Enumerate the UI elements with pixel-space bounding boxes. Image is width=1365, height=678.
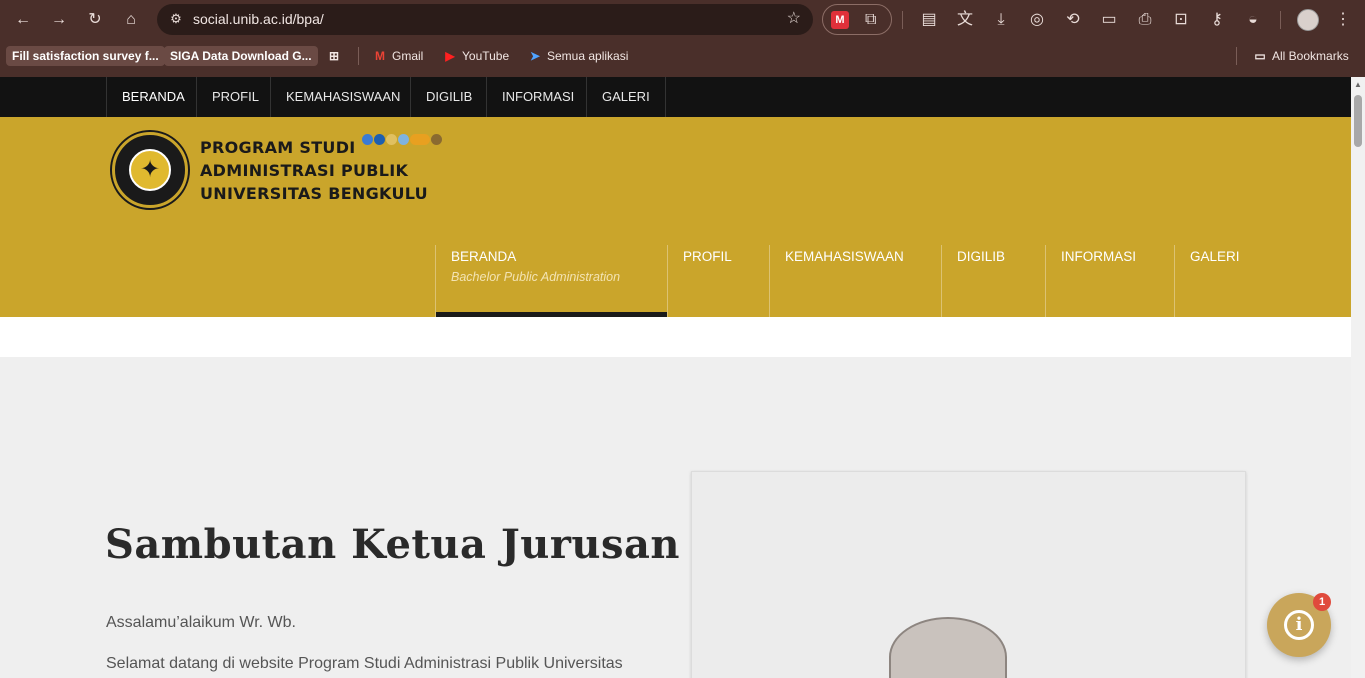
- bookmark-label: Gmail: [392, 49, 424, 63]
- bookmark-label: Semua aplikasi: [547, 49, 629, 63]
- star-icon: ✦: [139, 156, 161, 183]
- badge-icon: [431, 134, 442, 145]
- menu-kebab-icon[interactable]: ⋮: [1330, 7, 1356, 33]
- badge-icon: [398, 134, 409, 145]
- download-icon[interactable]: ⤓: [988, 7, 1014, 33]
- extensions-puzzle-icon[interactable]: ⧉: [865, 9, 876, 31]
- browser-chrome: ← → ↻ ⌂ ⚙ social.unib.ac.id/bpa/ ☆ M ⧉ ▤…: [0, 0, 1365, 77]
- reload-icon[interactable]: ↻: [82, 7, 108, 33]
- topnav-digilib[interactable]: DIGILIB: [410, 77, 487, 117]
- toolbar-divider: [1280, 11, 1281, 29]
- bookmark-youtube[interactable]: ▶ YouTube: [442, 46, 509, 66]
- translate-icon[interactable]: 文: [952, 7, 978, 33]
- bookmark-star-icon[interactable]: ☆: [787, 8, 801, 30]
- badge-icon: [386, 134, 397, 145]
- mainnav-label: KEMAHASISWAAN: [785, 249, 904, 264]
- bookmarks-divider: [1236, 47, 1237, 65]
- bookmark-item[interactable]: SIGA Data Download G...: [164, 46, 318, 66]
- university-logo[interactable]: ✦: [112, 132, 188, 208]
- password-key-icon[interactable]: ⚷: [1204, 7, 1230, 33]
- topnav-beranda[interactable]: BERANDA: [106, 77, 200, 117]
- mainnav-label: BERANDA: [451, 249, 517, 264]
- apps-grid-icon[interactable]: ⊞: [326, 46, 346, 66]
- toolbar-divider: [902, 11, 903, 29]
- mainnav-galeri[interactable]: GALERI: [1174, 245, 1264, 317]
- page-title: Sambutan Ketua Jurusan: [105, 521, 681, 568]
- mainnav-informasi[interactable]: INFORMASI: [1045, 245, 1174, 317]
- bookmark-label: YouTube: [462, 49, 510, 63]
- info-icon: i: [1284, 610, 1314, 640]
- back-icon[interactable]: ←: [10, 7, 36, 33]
- notification-badge: 1: [1313, 593, 1331, 611]
- topnav-informasi[interactable]: INFORMASI: [486, 77, 589, 117]
- history-icon[interactable]: ⟲: [1060, 7, 1086, 33]
- greeting-text: Assalamu’alaikum Wr. Wb.: [106, 614, 296, 631]
- brand-title[interactable]: PROGRAM STUDI ADMINISTRASI PUBLIK UNIVER…: [200, 136, 428, 205]
- badge-icon: [410, 134, 430, 145]
- url-text: social.unib.ac.id/bpa/: [193, 11, 324, 27]
- topnav-kemahasiswaan[interactable]: KEMAHASISWAAN: [270, 77, 415, 117]
- mainnav-label: PROFIL: [683, 249, 732, 264]
- mainnav-sublabel: Bachelor Public Administration: [451, 270, 621, 284]
- youtube-icon: ▶: [445, 49, 455, 63]
- mainnav-label: DIGILIB: [957, 249, 1006, 264]
- gmail-icon: M: [375, 49, 385, 63]
- mainnav-kemahasiswaan[interactable]: KEMAHASISWAAN: [769, 245, 941, 317]
- print-icon[interactable]: ⎙: [1132, 7, 1158, 33]
- folder-icon: ▭: [1254, 49, 1266, 63]
- address-bar[interactable]: ⚙ social.unib.ac.id/bpa/ ☆: [157, 4, 813, 35]
- page-scrollbar[interactable]: ▲: [1351, 77, 1365, 678]
- home-icon[interactable]: ⌂: [118, 7, 144, 33]
- bookmarks-bar: Fill satisfaction survey f... SIGA Data …: [0, 42, 1365, 70]
- browser-toolbar: ← → ↻ ⌂ ⚙ social.unib.ac.id/bpa/ ☆ M ⧉ ▤…: [0, 0, 1365, 40]
- incognito-icon[interactable]: ◒: [1240, 7, 1266, 33]
- all-bookmarks[interactable]: ▭ All Bookmarks: [1252, 46, 1349, 66]
- all-bookmarks-label: All Bookmarks: [1272, 49, 1349, 63]
- scroll-up-arrow-icon[interactable]: ▲: [1354, 81, 1362, 89]
- mainnav-label: INFORMASI: [1061, 249, 1137, 264]
- topnav-galeri[interactable]: GALERI: [586, 77, 666, 117]
- cast-icon[interactable]: ⊡: [1168, 7, 1194, 33]
- apps-icon: ➤: [529, 49, 541, 63]
- site-header: ✦ PROGRAM STUDI ADMINISTRASI PUBLIK UNIV…: [0, 117, 1351, 317]
- forward-icon[interactable]: →: [46, 7, 72, 33]
- top-navigation: BERANDA PROFIL KEMAHASISWAAN DIGILIB INF…: [0, 77, 1351, 117]
- reading-mode-icon[interactable]: ▤: [916, 7, 942, 33]
- logo-emblem: ✦: [129, 149, 171, 191]
- topnav-profil[interactable]: PROFIL: [196, 77, 274, 117]
- badge-icon: [362, 134, 373, 145]
- mendeley-extension-icon[interactable]: M: [831, 11, 849, 29]
- info-button[interactable]: i 1: [1267, 593, 1331, 657]
- bookmark-apps[interactable]: ➤ Semua aplikasi: [527, 46, 628, 66]
- mainnav-beranda[interactable]: BERANDA Bachelor Public Administration: [435, 245, 668, 317]
- extensions-group: M ⧉: [822, 4, 892, 35]
- head-of-department-photo: [691, 471, 1246, 678]
- scrollbar-thumb[interactable]: [1354, 95, 1362, 147]
- header-spacer: [0, 317, 1351, 357]
- brand-line: UNIVERSITAS BENGKULU: [200, 184, 428, 203]
- brand-line: ADMINISTRASI PUBLIK: [200, 161, 409, 180]
- bookmarks-divider: [358, 47, 359, 65]
- accreditation-badges: [362, 134, 443, 146]
- mainnav-digilib[interactable]: DIGILIB: [941, 245, 1045, 317]
- portrait-image: [889, 617, 1007, 678]
- bookmark-item[interactable]: Fill satisfaction survey f...: [6, 46, 165, 66]
- badge-icon: [374, 134, 385, 145]
- site-info-icon[interactable]: ⚙: [165, 8, 187, 30]
- intro-text: Selamat datang di website Program Studi …: [106, 655, 623, 672]
- welcome-section: Sambutan Ketua Jurusan Assalamu’alaikum …: [0, 357, 1351, 678]
- mainnav-profil[interactable]: PROFIL: [667, 245, 769, 317]
- google-lens-icon[interactable]: ◎: [1024, 7, 1050, 33]
- mainnav-label: GALERI: [1190, 249, 1240, 264]
- bookmark-gmail[interactable]: M Gmail: [372, 46, 423, 66]
- profile-avatar[interactable]: [1297, 9, 1319, 31]
- devices-icon[interactable]: ▭: [1096, 7, 1122, 33]
